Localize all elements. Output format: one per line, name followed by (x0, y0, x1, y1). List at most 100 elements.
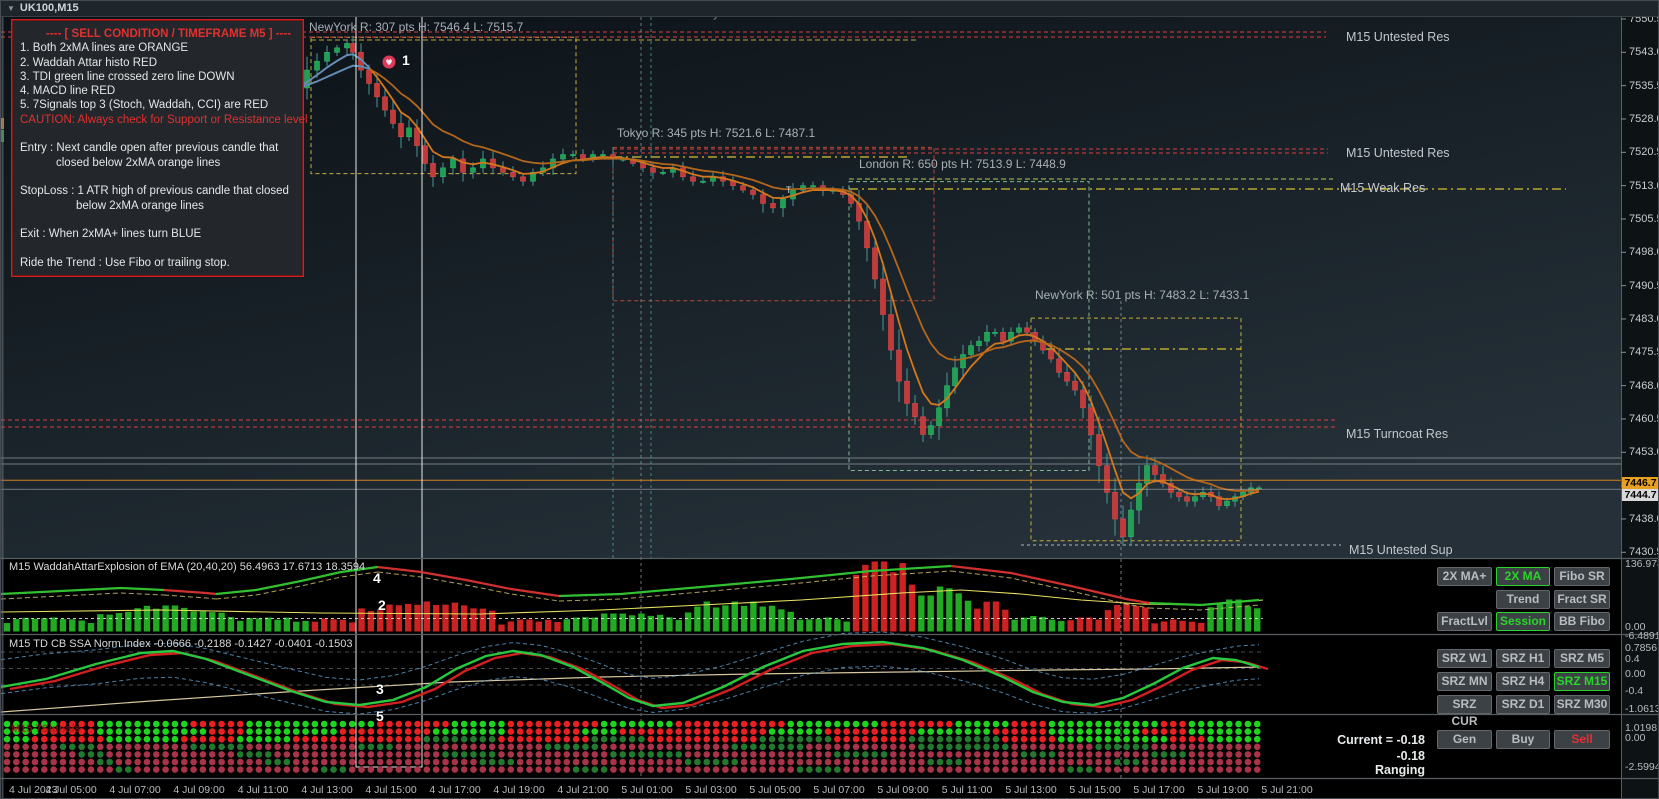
button-srz-w1[interactable]: SRZ W1 (1437, 649, 1492, 668)
button-srz-m30[interactable]: SRZ M30 (1554, 695, 1610, 714)
rule-number-annotation: 1 (402, 52, 410, 68)
sell-condition-line: below 2xMA orange lines (76, 199, 204, 212)
button-srz-d1[interactable]: SRZ D1 (1496, 695, 1550, 714)
time-axis-label: 5 Jul 21:00 (1261, 784, 1313, 796)
mt4-chart-window: ▼UK100,M15 Wednesday ---- [ SELL CONDITI… (0, 0, 1659, 799)
time-axis-label: 4 Jul 17:00 (429, 784, 481, 796)
price-tick-label: 7535.5 (1629, 79, 1658, 92)
price-tick-label: 7505.5 (1629, 212, 1658, 225)
status-ranging-label: Ranging (1375, 763, 1425, 777)
sr-level-label: M15 Untested Res (1346, 30, 1450, 44)
time-axis-label: 4 Jul 15:00 (365, 784, 417, 796)
sell-condition-line: CAUTION: Always check for Support or Res… (20, 113, 308, 126)
time-axis-label: 5 Jul 01:00 (621, 784, 673, 796)
button-srz-cur[interactable]: SRZ CUR (1437, 695, 1492, 728)
collapse-arrow-icon[interactable]: ▼ (7, 4, 15, 13)
tdi-indicator-header: M15 TD CB SSA Norm Index -0.0666 -0.2188… (9, 638, 353, 650)
price-tick-label: 7460.5 (1629, 412, 1658, 425)
waddah-indicator-header: M15 WaddahAttarExplosion of EMA (20,40,2… (9, 561, 366, 573)
sell-condition-line: 5. 7Signals top 3 (Stoch, Waddah, CCI) a… (20, 99, 269, 112)
time-axis-label: 5 Jul 19:00 (1197, 784, 1249, 796)
t-marker-label: T (786, 185, 792, 195)
sr-level-label: M15 Untested Res (1346, 146, 1450, 160)
bid-price-tag: 7444.7 (1622, 489, 1658, 501)
price-tick-label: 7468.0 (1629, 379, 1658, 392)
sell-condition-line: Entry : Next candle open after previous … (20, 142, 279, 155)
button-srz-m5[interactable]: SRZ M5 (1554, 649, 1610, 668)
sell-signal-marker (382, 55, 396, 69)
price-tick-label: 7475.5 (1629, 346, 1658, 359)
indicator-axis-value: -2.59946 (1625, 761, 1658, 773)
sell-condition-title: ---- [ SELL CONDITION / TIMEFRAME M5 ] -… (46, 28, 292, 40)
price-tick-label: 7543.0 (1629, 46, 1658, 59)
rule-number-annotation: 3 (376, 681, 384, 697)
sell-condition-line: 2. Waddah Attar histo RED (20, 56, 158, 69)
button-buy[interactable]: Buy (1496, 730, 1550, 749)
button-srz-mn[interactable]: SRZ MN (1437, 672, 1492, 691)
button-2x-ma[interactable]: 2X MA (1496, 567, 1550, 586)
button-srz-h1[interactable]: SRZ H1 (1496, 649, 1550, 668)
sell-condition-line: 3. TDI green line crossed zero line DOWN (20, 70, 235, 83)
sell-condition-line: Ride the Trend : Use Fibo or trailing st… (20, 256, 230, 269)
sell-condition-line (20, 213, 295, 227)
button-sell[interactable]: Sell (1554, 730, 1610, 749)
chart-title-bar[interactable]: ▼ UK100,M15 (1, 1, 1658, 17)
indicator-axis-value: -1.0613 (1625, 703, 1659, 715)
price-tick-label: 7513.0 (1629, 179, 1658, 192)
ask-price-tag: 7446.7 (1622, 477, 1658, 489)
button-bb-fibo[interactable]: BB Fibo (1554, 612, 1610, 631)
time-axis-label: 5 Jul 07:00 (813, 784, 865, 796)
sell-condition-line (20, 127, 295, 141)
time-axis-label: 5 Jul 15:00 (1069, 784, 1121, 796)
indicator-axis-value: 136.9784 (1625, 558, 1658, 570)
button-session[interactable]: Session (1496, 612, 1550, 631)
chart-symbol-label: UK100,M15 (19, 2, 79, 14)
sell-condition-line (20, 170, 295, 184)
time-axis-label: 4 Jul 13:00 (301, 784, 353, 796)
button-fract-sr[interactable]: Fract SR (1554, 590, 1610, 609)
rule-number-annotation: 2 (378, 597, 386, 613)
price-tick-label: 7438.0 (1629, 512, 1658, 525)
time-axis-label: 5 Jul 13:00 (1005, 784, 1057, 796)
button-srz-h4[interactable]: SRZ H4 (1496, 672, 1550, 691)
price-tick-label: 7453.0 (1629, 446, 1658, 459)
session-stats-label: London R: 650 pts H: 7513.9 L: 7448.9 (859, 157, 1066, 171)
indicator-axis-value: 0.00 (1625, 668, 1646, 680)
price-tick-label: 7490.5 (1629, 279, 1658, 292)
button-trend[interactable]: Trend (1496, 590, 1550, 609)
session-stats-label: Tokyo R: 345 pts H: 7521.6 L: 7487.1 (617, 126, 816, 140)
price-tick-label: 7520.5 (1629, 146, 1658, 159)
time-axis-label: 4 Jul 19:00 (493, 784, 545, 796)
sell-condition-panel: ---- [ SELL CONDITION / TIMEFRAME M5 ] -… (11, 19, 308, 277)
time-axis-label: 5 Jul 11:00 (941, 784, 993, 796)
sell-condition-line: closed below 2xMA orange lines (56, 156, 221, 169)
time-axis-label: 5 Jul 17:00 (1133, 784, 1185, 796)
sell-condition-line (20, 241, 295, 255)
rule-number-annotation: 5 (376, 708, 384, 724)
button-fibo-sr[interactable]: Fibo SR (1554, 567, 1610, 586)
price-tick-label: 7528.0 (1629, 112, 1658, 125)
time-axis-label: 4 Jul 11:00 (237, 784, 289, 796)
time-axis-label: 5 Jul 09:00 (877, 784, 929, 796)
session-stats-label: NewYork R: 501 pts H: 7483.2 L: 7433.1 (1035, 288, 1250, 302)
session-stats-label: NewYork R: 307 pts H: 7546.4 L: 7515.7 (309, 20, 524, 34)
button-srz-m15[interactable]: SRZ M15 (1554, 672, 1610, 691)
time-axis-label: 4 Jul 21:00 (557, 784, 609, 796)
button-gen[interactable]: Gen (1437, 730, 1492, 749)
price-tick-label: 7498.0 (1629, 246, 1658, 259)
sell-condition-line: 4. MACD line RED (20, 85, 116, 98)
status-current-value: Current = -0.18 (1337, 733, 1425, 747)
sell-condition-line: 1. Both 2xMA lines are ORANGE (20, 42, 189, 55)
indicator-axis-value: -6.4891 (1625, 630, 1659, 642)
time-axis-label: 4 Jul 05:00 (45, 784, 97, 796)
time-axis-label: 5 Jul 03:00 (685, 784, 737, 796)
indicator-axis-value: -0.4 (1625, 685, 1644, 697)
button-2x-ma-[interactable]: 2X MA+ (1437, 567, 1492, 586)
time-axis-label: 4 Jul 09:00 (173, 784, 225, 796)
indicator-axis-value: 0.4 (1625, 653, 1640, 665)
sr-level-label: M15 Untested Sup (1349, 543, 1453, 557)
time-axis-label: 5 Jul 05:00 (749, 784, 801, 796)
price-tick-label: 7483.0 (1629, 312, 1658, 325)
sell-condition-line: StopLoss : 1 ATR high of previous candle… (20, 185, 289, 198)
button-fractlvl[interactable]: FractLvl (1437, 612, 1492, 631)
